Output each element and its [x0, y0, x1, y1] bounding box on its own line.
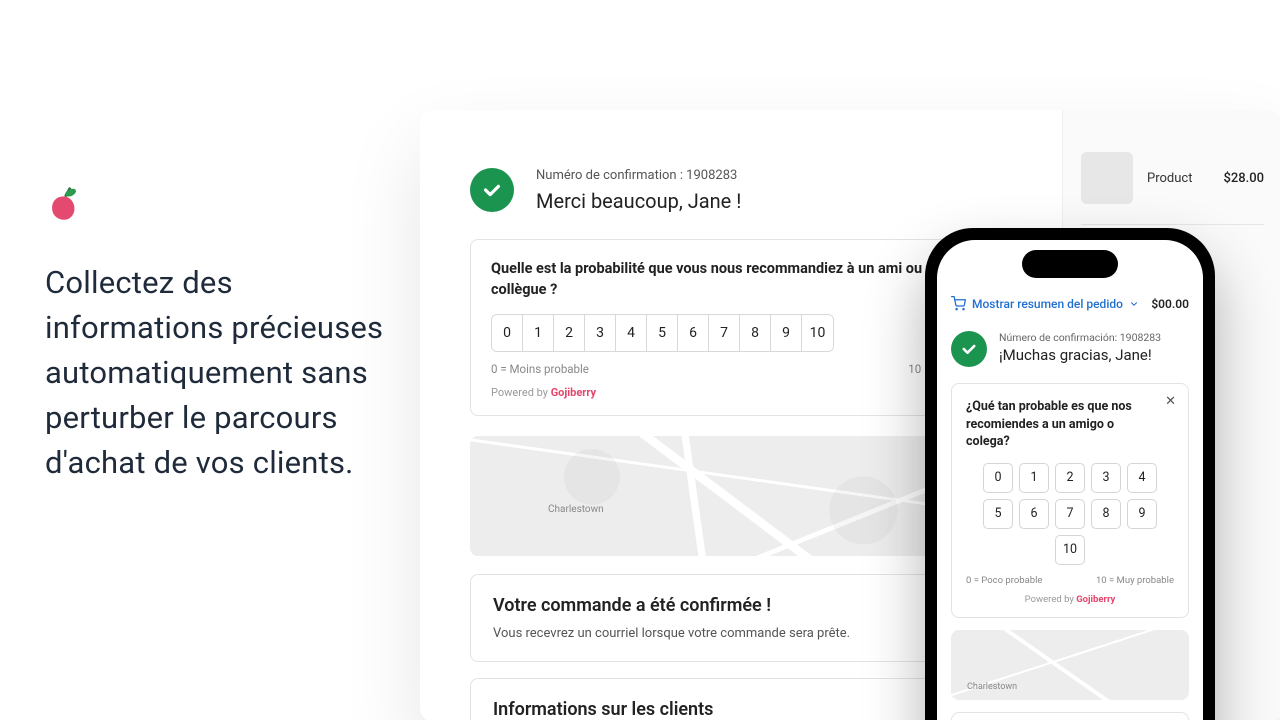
nps-option-2[interactable]: 2: [1055, 463, 1085, 493]
nps-option-0[interactable]: 0: [492, 315, 523, 351]
checkmark-icon: [470, 168, 514, 212]
map-label-a: Charlestown: [548, 504, 604, 515]
close-icon[interactable]: ✕: [1165, 394, 1176, 409]
nps-option-1[interactable]: 1: [523, 315, 554, 351]
marketing-headline: Collectez des informations précieuses au…: [45, 261, 395, 486]
nps-option-10[interactable]: 10: [802, 315, 833, 351]
cart-icon: [951, 296, 966, 311]
phone-powered-by: Powered by Gojiberry: [966, 594, 1174, 605]
confirmation-number: Numéro de confirmation : 1908283: [536, 168, 741, 183]
phone-nps-survey-card: ✕ ¿Qué tan probable es que nos recomiend…: [951, 383, 1189, 618]
phone-thank-you: ¡Muchas gracias, Jane!: [999, 346, 1161, 364]
nps-option-0[interactable]: 0: [983, 463, 1013, 493]
powered-brand: Gojiberry: [1076, 594, 1115, 605]
confirmation-header: Numéro de confirmation : 1908283 Merci b…: [470, 168, 1024, 213]
phone-scale-high: 10 = Muy probable: [1096, 575, 1174, 586]
nps-option-1[interactable]: 1: [1019, 463, 1049, 493]
powered-brand: Gojiberry: [551, 386, 596, 399]
phone-map-label: Charlestown: [967, 682, 1017, 692]
nps-option-4[interactable]: 4: [616, 315, 647, 351]
product-price: $28.00: [1223, 171, 1264, 186]
nps-option-6[interactable]: 6: [678, 315, 709, 351]
nps-option-2[interactable]: 2: [554, 315, 585, 351]
product-line: Product $28.00: [1081, 152, 1264, 204]
nps-option-8[interactable]: 8: [740, 315, 771, 351]
phone-delivery-map: Charlestown: [951, 630, 1189, 700]
phone-notch: [1022, 250, 1118, 278]
product-thumbnail: [1081, 152, 1133, 204]
phone-frame: Mostrar resumen del pedido $00.00 Número…: [925, 228, 1215, 720]
thank-you-message: Merci beaucoup, Jane !: [536, 189, 741, 213]
nps-option-3[interactable]: 3: [585, 315, 616, 351]
chevron-down-icon: [1129, 299, 1139, 309]
nps-option-8[interactable]: 8: [1091, 499, 1121, 529]
nps-scale: 0 1 2 3 4 5 6 7 8 9 10: [491, 314, 834, 352]
nps-option-6[interactable]: 6: [1019, 499, 1049, 529]
checkmark-icon: [951, 331, 987, 367]
nps-option-10[interactable]: 10: [1055, 535, 1085, 565]
nps-option-9[interactable]: 9: [1127, 499, 1157, 529]
phone-survey-question: ¿Qué tan probable es que nos recomiendes…: [966, 398, 1174, 451]
nps-option-3[interactable]: 3: [1091, 463, 1121, 493]
gojiberry-logo-icon: [45, 185, 83, 223]
nps-option-5[interactable]: 5: [983, 499, 1013, 529]
summary-toggle-label: Mostrar resumen del pedido: [972, 297, 1123, 311]
nps-option-5[interactable]: 5: [647, 315, 678, 351]
nps-option-7[interactable]: 7: [1055, 499, 1085, 529]
phone-confirmation-number: Número de confirmación: 1908283: [999, 331, 1161, 344]
phone-scale-low: 0 = Poco probable: [966, 575, 1042, 586]
marketing-panel: Collectez des informations précieuses au…: [45, 185, 395, 486]
summary-price: $00.00: [1151, 297, 1189, 311]
phone-screen: Mostrar resumen del pedido $00.00 Número…: [937, 240, 1203, 720]
phone-order-confirmed-card: Su pedido ha sido confirmado.: [951, 712, 1189, 720]
nps-option-9[interactable]: 9: [771, 315, 802, 351]
nps-option-7[interactable]: 7: [709, 315, 740, 351]
divider: [1081, 224, 1264, 225]
phone-nps-scale: 0 1 2 3 4 5 6 7 8 9 10: [966, 463, 1174, 565]
scale-low-label: 0 = Moins probable: [491, 362, 589, 376]
product-name: Product: [1147, 171, 1209, 186]
order-summary-toggle[interactable]: Mostrar resumen del pedido $00.00: [951, 296, 1189, 311]
nps-option-4[interactable]: 4: [1127, 463, 1157, 493]
phone-confirmation-header: Número de confirmación: 1908283 ¡Muchas …: [951, 331, 1189, 367]
